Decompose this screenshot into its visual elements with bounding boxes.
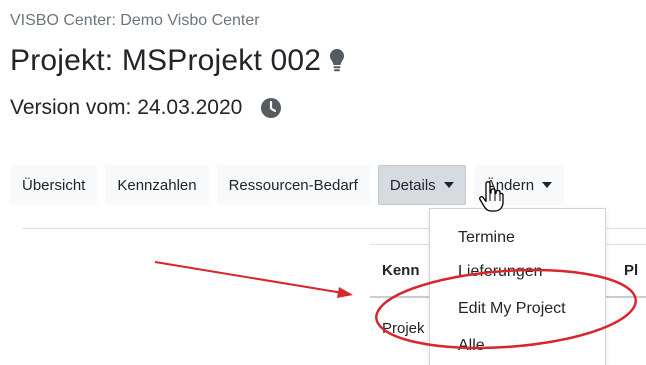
details-dropdown-menu: Termine Lieferungen Edit My Project Alle — [429, 208, 606, 365]
caret-down-icon — [542, 182, 553, 188]
table-header-plan: Pl — [624, 262, 639, 279]
version-label: Version vom: 24.03.2020 — [10, 96, 243, 119]
menu-item-edit-my-project[interactable]: Edit My Project — [458, 300, 566, 318]
menu-item-lieferungen[interactable]: Lieferungen — [458, 263, 543, 281]
tab-label: Details — [389, 176, 436, 194]
version-row: Version vom: 24.03.2020 — [10, 96, 282, 120]
annotation-arrow-head — [337, 287, 353, 298]
tab-label: Kennzahlen — [117, 176, 197, 194]
tab-kennzahlen[interactable]: Kennzahlen — [105, 165, 209, 205]
lightbulb-icon[interactable] — [329, 48, 345, 74]
table-cell-projekt: Projek — [382, 320, 425, 337]
clock-icon[interactable] — [260, 97, 282, 119]
table-header-kennzahl: Kenn — [382, 262, 420, 279]
tab-details-dropdown[interactable]: Details — [377, 165, 466, 205]
menu-item-alle[interactable]: Alle — [458, 337, 485, 355]
title-row: Projekt: MSProjekt 002 — [10, 44, 345, 78]
page: VISBO Center: Demo Visbo Center Projekt:… — [0, 0, 646, 365]
tab-uebersicht[interactable]: Übersicht — [10, 165, 98, 205]
caret-down-icon — [443, 182, 454, 188]
tab-label: Übersicht — [22, 176, 86, 194]
center-label: VISBO Center: Demo Visbo Center — [10, 12, 260, 29]
menu-item-termine[interactable]: Termine — [458, 229, 515, 247]
project-title: Projekt: MSProjekt 002 — [10, 44, 322, 77]
tab-ressourcen-bedarf[interactable]: Ressourcen-Bedarf — [216, 165, 370, 205]
annotation-arrow-line — [154, 261, 344, 294]
tab-label: Ressourcen-Bedarf — [228, 176, 358, 194]
hand-pointer-cursor-icon — [478, 181, 504, 213]
